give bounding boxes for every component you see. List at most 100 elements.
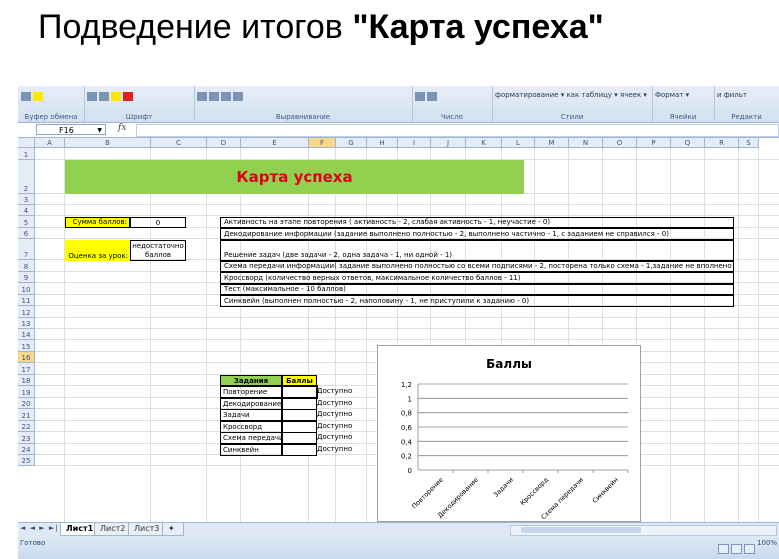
row-header[interactable]: 17 [18, 363, 35, 375]
score-value[interactable]: 0 [130, 217, 186, 228]
score-label: Сумма баллов: [65, 217, 130, 228]
align-center-icon[interactable] [209, 92, 219, 101]
column-header[interactable]: P [637, 138, 671, 148]
format-painter-icon[interactable] [33, 92, 43, 101]
column-header[interactable]: C [151, 138, 207, 148]
row-header[interactable]: 3 [18, 194, 35, 205]
ribbon-group-font: Шрифт [84, 86, 195, 122]
border-icon[interactable] [99, 92, 109, 101]
row-header[interactable]: 23 [18, 432, 35, 444]
row-header[interactable]: 5 [18, 216, 35, 228]
column-header[interactable]: I [398, 138, 431, 148]
select-all-corner[interactable] [18, 138, 35, 148]
page-layout-icon[interactable] [731, 544, 742, 554]
ribbon-group-label: Ячейки [669, 113, 697, 121]
insert-sheet-icon[interactable]: ✦ [162, 523, 184, 536]
score-chart[interactable]: Баллы 0 0,2 0,4 0,6 0,8 1 1,2 Повторение Декодиро… [377, 345, 641, 522]
column-header[interactable]: Q [671, 138, 705, 148]
format-button[interactable]: Формат ▾ [655, 91, 689, 99]
page-break-icon[interactable] [744, 544, 755, 554]
merge-center-icon[interactable] [233, 92, 243, 101]
column-header[interactable]: R [705, 138, 739, 148]
scrollbar-thumb[interactable] [521, 527, 641, 533]
row-header[interactable]: 15 [18, 340, 35, 352]
row-header[interactable]: 1 [18, 148, 35, 160]
table-cell-score[interactable] [282, 443, 317, 456]
row-header[interactable]: 22 [18, 421, 35, 432]
paste-icon[interactable] [21, 92, 31, 101]
criterion-scheme: Схема передачи информации( задание выпол… [220, 261, 734, 272]
column-header[interactable]: F [309, 138, 336, 148]
row-header[interactable]: 9 [18, 272, 35, 283]
row-header[interactable]: 25 [18, 455, 35, 466]
align-left-icon[interactable] [197, 92, 207, 101]
table-cell-score[interactable] [282, 432, 317, 444]
row-header[interactable]: 8 [18, 260, 35, 272]
normal-view-icon[interactable] [718, 544, 729, 554]
horizontal-scrollbar[interactable] [510, 525, 777, 536]
ribbon-group-label: Редакти [731, 113, 762, 121]
row-header[interactable]: 6 [18, 228, 35, 239]
criterion-tasks: Решение задач (две задачи - 2, одна зада… [220, 240, 734, 261]
table-cell-score[interactable] [282, 409, 317, 421]
column-header[interactable]: S [739, 138, 759, 148]
row-header[interactable]: 21 [18, 409, 35, 421]
column-header[interactable]: G [336, 138, 367, 148]
column-header[interactable]: N [569, 138, 603, 148]
grid-line [240, 148, 241, 522]
active-cell[interactable] [281, 385, 318, 399]
percent-icon[interactable] [415, 92, 425, 101]
table-cell-score[interactable] [282, 397, 317, 410]
column-header[interactable]: A [35, 138, 65, 148]
chevron-down-icon[interactable]: ▼ [97, 125, 102, 136]
table-cell-task: Декодирование [220, 397, 282, 410]
column-header[interactable]: L [502, 138, 535, 148]
styles-buttons[interactable]: форматирование ▾ как таблицу ▾ ячеек ▾ [495, 91, 647, 99]
column-header[interactable]: D [207, 138, 241, 148]
row-header[interactable]: 2 [18, 160, 35, 194]
zoom-level[interactable]: 100% [757, 539, 777, 547]
grade-value[interactable]: недостаточно баллов [130, 240, 186, 261]
row-header[interactable]: 11 [18, 295, 35, 306]
row-header[interactable]: 24 [18, 444, 35, 455]
grid-line [704, 148, 705, 522]
chart-y-tick-label: 0,2 [401, 453, 412, 461]
table-cell-task: Синквейн [220, 443, 282, 456]
row-header[interactable]: 14 [18, 329, 35, 340]
bold-icon[interactable] [87, 92, 97, 101]
row-header[interactable]: 18 [18, 375, 35, 386]
formula-input[interactable] [136, 124, 779, 137]
row-header[interactable]: 16 [18, 352, 35, 363]
align-right-icon[interactable] [221, 92, 231, 101]
grid-line [758, 148, 759, 522]
font-color-icon[interactable] [123, 92, 133, 101]
column-header[interactable]: E [241, 138, 309, 148]
tab-scroll-buttons[interactable]: ◄ ◄ ► ►| [20, 524, 59, 532]
column-header[interactable]: B [65, 138, 151, 148]
tab-sheet3[interactable]: Лист3 [128, 523, 166, 536]
view-buttons [716, 539, 755, 558]
grid-line [670, 148, 671, 522]
chart-x-tick-label: Задачи [492, 476, 515, 499]
table-cell-task: Кроссворд [220, 420, 282, 433]
column-header[interactable]: K [466, 138, 502, 148]
row-header[interactable]: 20 [18, 398, 35, 409]
fill-color-icon[interactable] [111, 92, 121, 101]
sort-filter-button[interactable]: и фильт [717, 91, 747, 99]
fx-icon[interactable]: fx [118, 123, 126, 133]
column-header[interactable]: H [367, 138, 398, 148]
name-box[interactable]: F16 ▼ [36, 124, 106, 135]
column-header[interactable]: M [535, 138, 569, 148]
comma-style-icon[interactable] [427, 92, 437, 101]
row-header[interactable]: 19 [18, 386, 35, 398]
column-header[interactable]: O [603, 138, 637, 148]
row-header[interactable]: 12 [18, 306, 35, 318]
column-header[interactable]: J [431, 138, 466, 148]
row-header[interactable]: 13 [18, 318, 35, 329]
row-header[interactable]: 10 [18, 283, 35, 295]
table-cell-score[interactable] [282, 420, 317, 433]
worksheet[interactable]: Карта успеха Сумма баллов: 0 Оценка за у… [18, 138, 779, 522]
row-header[interactable]: 7 [18, 239, 35, 260]
row-header[interactable]: 4 [18, 205, 35, 216]
tab-sheet2[interactable]: Лист2 [94, 523, 132, 536]
